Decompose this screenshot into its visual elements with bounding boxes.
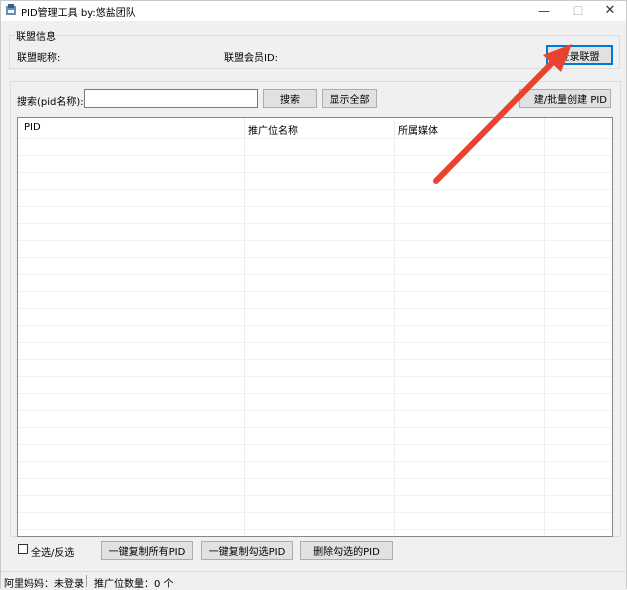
status-divider [86, 575, 87, 587]
table-row-line [18, 257, 612, 258]
table-row-line [18, 427, 612, 428]
window-title: PID管理工具 by:悠盐团队 [21, 8, 136, 19]
table-row-line [18, 172, 612, 173]
table-row-line [18, 461, 612, 462]
delete-selected-pid-button[interactable]: 删除勾选的PID [300, 541, 393, 560]
table-row-line [18, 359, 612, 360]
table-column [394, 118, 545, 536]
table-row-line [18, 138, 612, 139]
table-row-line [18, 393, 612, 394]
table-row-line [18, 512, 612, 513]
select-all-label[interactable]: 全选/反选 [31, 544, 74, 559]
table-row-line [18, 495, 612, 496]
table-header: PID 推广位名称 所属媒体 [18, 118, 612, 138]
copy-selected-pid-button[interactable]: 一键复制勾选PID [201, 541, 293, 560]
table-row-line [18, 223, 612, 224]
table-row-line [18, 376, 612, 377]
table-column [544, 118, 612, 536]
table-row-line [18, 444, 612, 445]
alliance-member-id-label: 联盟会员ID: [224, 53, 279, 64]
table-row-line [18, 325, 612, 326]
table-row-line [18, 206, 612, 207]
login-alliance-button[interactable]: 登录联盟 [546, 45, 613, 65]
table-column [18, 118, 245, 536]
table-row-line [18, 291, 612, 292]
pid-table[interactable]: PID 推广位名称 所属媒体 [17, 117, 613, 537]
select-all-checkbox[interactable] [18, 544, 28, 554]
login-status-text: 阿里妈妈：未登录 [4, 579, 84, 590]
alliance-group-title: 联盟信息 [15, 28, 57, 43]
show-all-button[interactable]: 显示全部 [322, 89, 377, 108]
search-input[interactable] [84, 89, 258, 108]
column-header-adzone-name[interactable]: 推广位名称 [248, 122, 298, 137]
maximize-button[interactable]: ☐ [563, 1, 593, 21]
alliance-group-box [9, 35, 620, 69]
close-button[interactable]: ✕ [595, 1, 625, 21]
table-row-line [18, 240, 612, 241]
search-button[interactable]: 搜索 [263, 89, 317, 108]
search-label: 搜索(pid名称): [17, 97, 84, 108]
table-column [244, 118, 395, 536]
minimize-button[interactable]: — [529, 1, 559, 21]
column-header-pid[interactable]: PID [24, 122, 41, 133]
table-row-line [18, 529, 612, 530]
pid-count-text: 推广位数量：0 个 [94, 579, 174, 590]
app-icon [6, 4, 16, 15]
table-row-line [18, 274, 612, 275]
table-row-line [18, 308, 612, 309]
table-row-line [18, 342, 612, 343]
alliance-nickname-label: 联盟昵称: [17, 53, 61, 64]
table-row-line [18, 189, 612, 190]
column-header-media[interactable]: 所属媒体 [398, 122, 438, 137]
app-window: PID管理工具 by:悠盐团队 — ☐ ✕ 联盟信息 联盟昵称: 联盟会员ID:… [0, 0, 627, 590]
batch-create-pid-button[interactable]: 建/批量创建 PID [519, 89, 611, 108]
table-row-line [18, 478, 612, 479]
status-bar: 阿里妈妈：未登录 推广位数量：0 个 [1, 571, 626, 590]
title-bar: PID管理工具 by:悠盐团队 — ☐ ✕ [1, 1, 626, 21]
table-row-line [18, 155, 612, 156]
table-row-line [18, 410, 612, 411]
copy-all-pid-button[interactable]: 一键复制所有PID [101, 541, 193, 560]
